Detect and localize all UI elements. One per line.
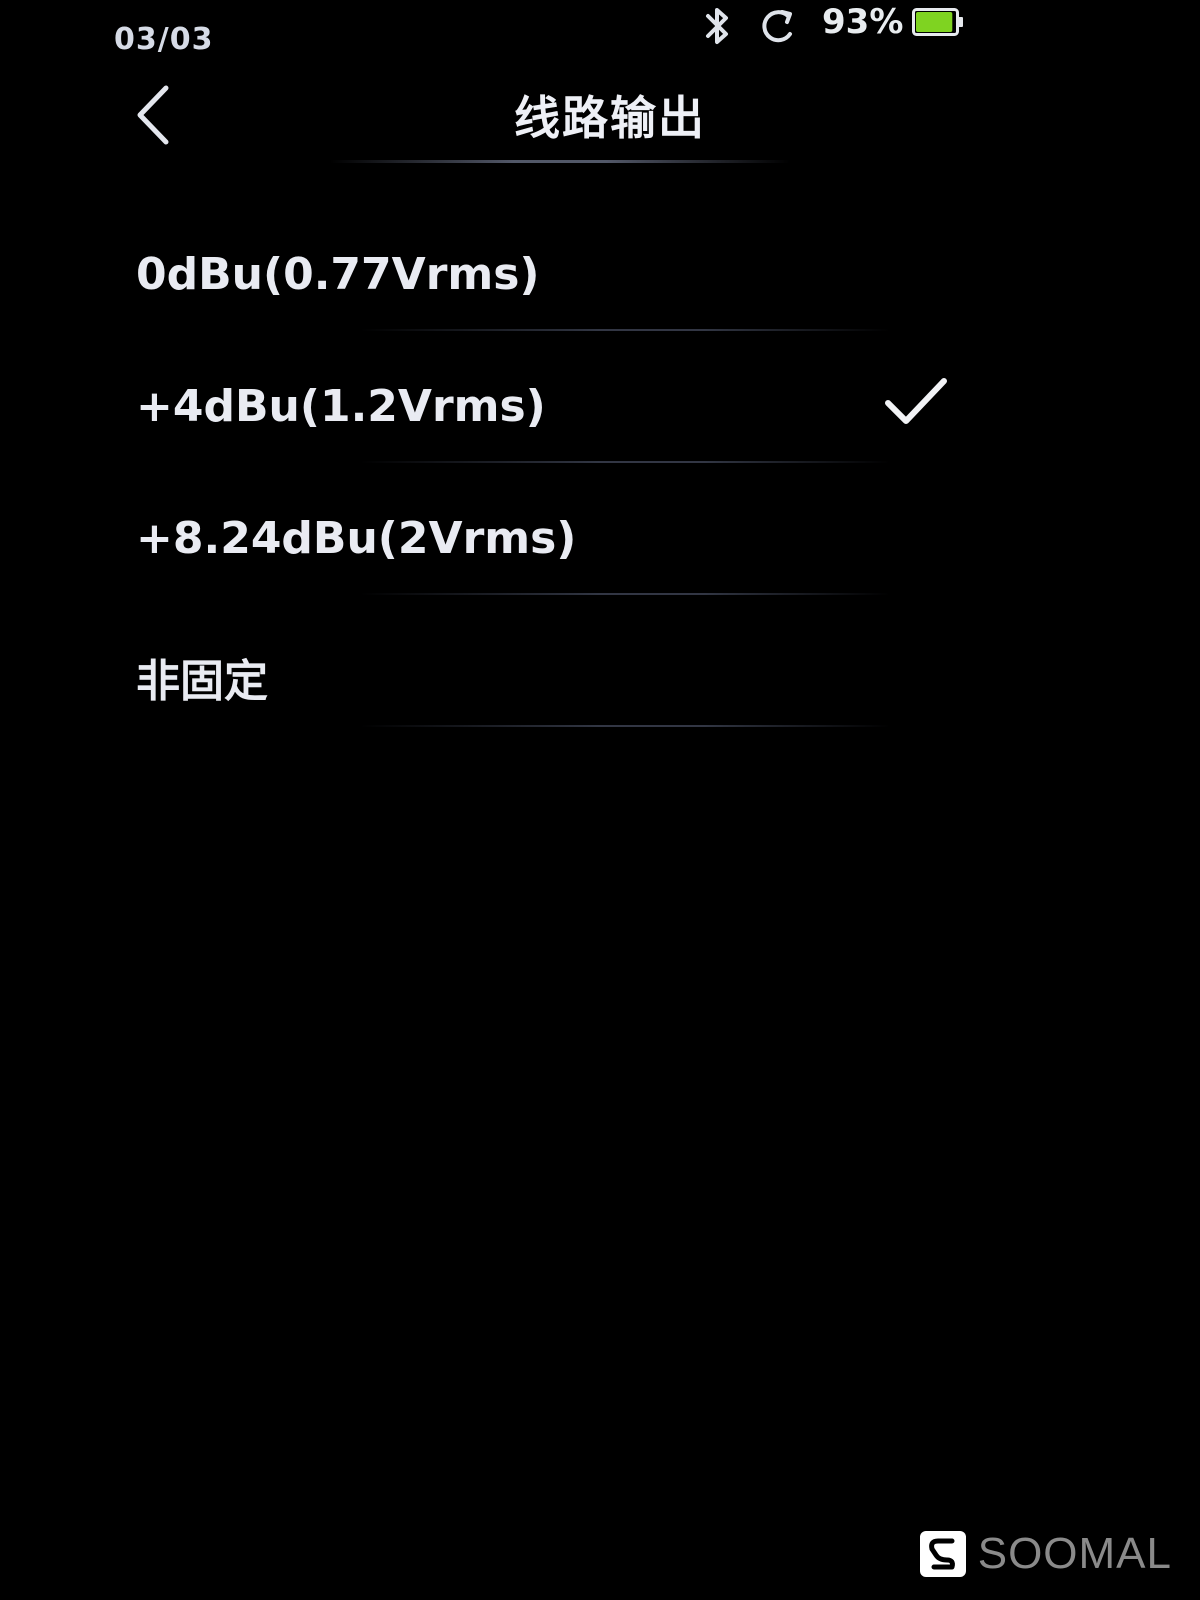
battery-icon [912, 8, 963, 36]
title-divider [330, 160, 790, 163]
option-label: +8.24dBu(2Vrms) [136, 513, 577, 564]
battery-fill [916, 12, 953, 32]
option-item[interactable]: +4dBu(1.2Vrms) [0, 337, 1200, 469]
option-label: 非固定 [136, 656, 268, 707]
option-divider [360, 593, 890, 595]
watermark: SOOMAL [919, 1526, 1172, 1582]
soomal-logo-icon [919, 1531, 966, 1577]
check-icon [885, 378, 947, 424]
status-date: 03/03 [114, 22, 214, 57]
sync-icon [762, 10, 792, 43]
option-divider [360, 329, 890, 331]
option-item[interactable]: +8.24dBu(2Vrms) [0, 469, 1200, 601]
option-divider [360, 461, 890, 463]
status-bar: 03/03 93% [0, 0, 1200, 60]
bluetooth-icon [706, 8, 728, 44]
battery-percentage: 93% [822, 2, 904, 42]
watermark-text: SOOMAL [977, 1529, 1172, 1578]
option-label: 0dBu(0.77Vrms) [136, 249, 540, 300]
header: 线路输出 [0, 60, 1200, 170]
option-item[interactable]: 非固定 [0, 601, 1200, 733]
options-list: 0dBu(0.77Vrms) +4dBu(1.2Vrms) +8.24dBu(2… [0, 205, 1200, 733]
option-item[interactable]: 0dBu(0.77Vrms) [0, 205, 1200, 337]
option-divider [360, 725, 890, 727]
page-title: 线路输出 [514, 91, 706, 145]
option-label: +4dBu(1.2Vrms) [136, 381, 546, 432]
